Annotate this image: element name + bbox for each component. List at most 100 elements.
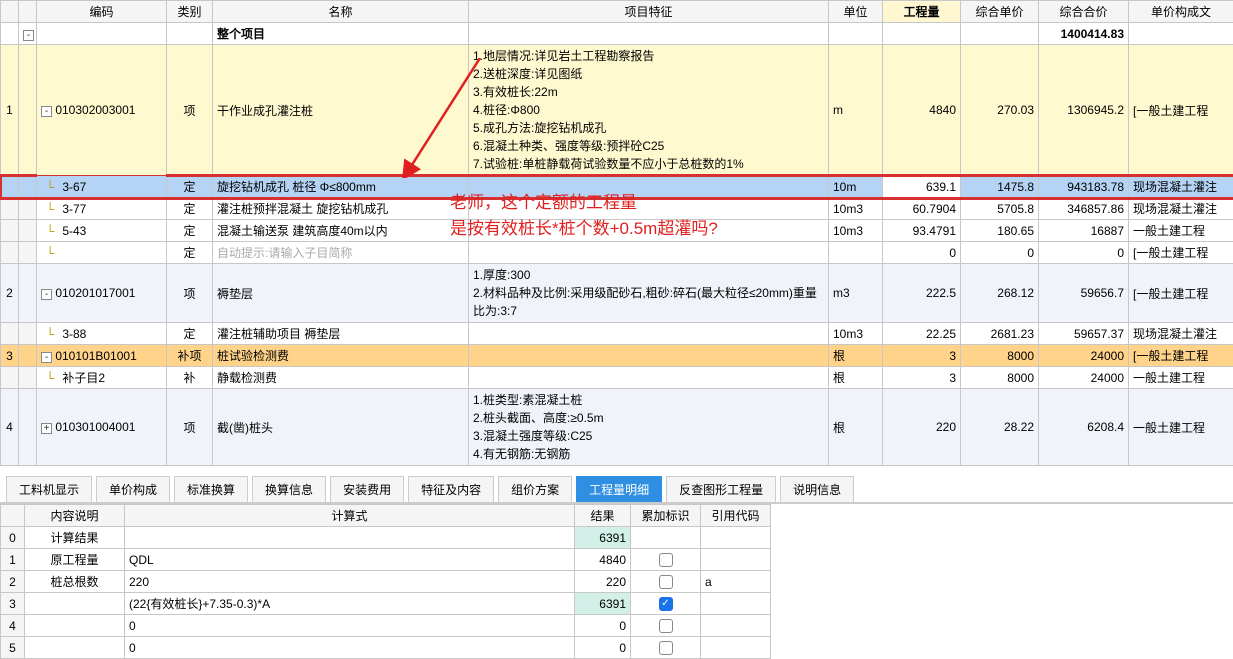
col-cost-file[interactable]: 单价构成文 (1129, 1, 1233, 23)
collapse-icon[interactable]: - (23, 30, 34, 41)
name-cell[interactable]: 截(凿)桩头 (213, 389, 469, 466)
quantity-cell[interactable]: 60.7904 (883, 198, 961, 220)
table-row[interactable]: └ 3-77定灌注桩预拌混凝土 旋挖钻机成孔10m360.79045705.83… (1, 198, 1233, 220)
tab-8[interactable]: 反查图形工程量 (666, 476, 776, 502)
code-cell[interactable]: └ 3-77 (37, 198, 167, 220)
formula-cell[interactable]: (22{有效桩长}+7.35-0.3)*A (125, 593, 575, 615)
tab-6[interactable]: 组价方案 (498, 476, 572, 502)
code-cell[interactable]: └ (37, 242, 167, 264)
detail-row[interactable]: 1原工程量QDL4840 (1, 549, 771, 571)
feature-cell[interactable] (469, 345, 829, 367)
collapse-icon[interactable]: - (41, 352, 52, 363)
accumulate-checkbox[interactable]: ✓ (659, 597, 673, 611)
detail-row[interactable]: 2桩总根数220220a (1, 571, 771, 593)
tab-7[interactable]: 工程量明细 (576, 476, 662, 502)
code-cell[interactable]: └ 补子目2 (37, 367, 167, 389)
name-cell[interactable]: 自动提示:请输入子目简称 (213, 242, 469, 264)
col-category[interactable]: 类别 (167, 1, 213, 23)
code-cell[interactable]: └ 3-88 (37, 323, 167, 345)
table-row[interactable]: 4+ 010301004001项截(凿)桩头1.桩类型:素混凝土桩2.桩头截面、… (1, 389, 1233, 466)
tree-branch-icon: └ (41, 224, 59, 238)
project-title[interactable]: 整个项目 (213, 23, 469, 45)
col-unit-price[interactable]: 综合单价 (961, 1, 1039, 23)
table-row[interactable]: └ 补子目2补静载检测费根3800024000一般土建工程 (1, 367, 1233, 389)
code-cell[interactable]: └ 5-43 (37, 220, 167, 242)
feature-cell[interactable] (469, 242, 829, 264)
detail-table: 内容说明 计算式 结果 累加标识 引用代码 0计算结果63911原工程量QDL4… (0, 504, 771, 659)
quantity-cell[interactable]: 4840 (883, 45, 961, 176)
tab-3[interactable]: 换算信息 (252, 476, 326, 502)
accumulate-checkbox[interactable] (659, 641, 673, 655)
formula-cell[interactable]: 220 (125, 571, 575, 593)
feature-cell[interactable] (469, 220, 829, 242)
col-formula[interactable]: 计算式 (125, 505, 575, 527)
quantity-cell[interactable]: 93.4791 (883, 220, 961, 242)
col-desc[interactable]: 内容说明 (25, 505, 125, 527)
quantity-cell[interactable]: 3 (883, 367, 961, 389)
code-cell[interactable]: - 010201017001 (37, 264, 167, 323)
table-row[interactable]: └ 3-67定旋挖钻机成孔 桩径 Φ≤800mm10m639.11475.894… (1, 176, 1233, 198)
feature-cell[interactable]: 1.桩类型:素混凝土桩2.桩头截面、高度:≥0.5m3.混凝土强度等级:C254… (469, 389, 829, 466)
col-quantity[interactable]: 工程量 (883, 1, 961, 23)
accumulate-checkbox[interactable] (659, 575, 673, 589)
collapse-icon[interactable]: - (41, 289, 52, 300)
name-cell[interactable]: 静载检测费 (213, 367, 469, 389)
formula-cell[interactable] (125, 527, 575, 549)
tab-4[interactable]: 安装费用 (330, 476, 404, 502)
feature-cell[interactable] (469, 198, 829, 220)
quantity-cell[interactable]: 3 (883, 345, 961, 367)
name-cell[interactable]: 旋挖钻机成孔 桩径 Φ≤800mm (213, 176, 469, 198)
code-cell[interactable]: - 010302003001 (37, 45, 167, 176)
feature-cell[interactable] (469, 367, 829, 389)
quantity-cell[interactable]: 220 (883, 389, 961, 466)
feature-cell[interactable] (469, 323, 829, 345)
quantity-cell[interactable]: 22.25 (883, 323, 961, 345)
detail-row[interactable]: 0计算结果6391 (1, 527, 771, 549)
col-result[interactable]: 结果 (575, 505, 631, 527)
quantity-cell[interactable]: 0 (883, 242, 961, 264)
tab-5[interactable]: 特征及内容 (408, 476, 494, 502)
col-code[interactable]: 编码 (37, 1, 167, 23)
accumulate-checkbox[interactable] (659, 553, 673, 567)
col-accum[interactable]: 累加标识 (631, 505, 701, 527)
name-cell[interactable]: 桩试验检测费 (213, 345, 469, 367)
col-refcode[interactable]: 引用代码 (701, 505, 771, 527)
formula-cell[interactable]: 0 (125, 637, 575, 659)
name-cell[interactable]: 灌注桩辅助项目 褥垫层 (213, 323, 469, 345)
detail-row[interactable]: 500 (1, 637, 771, 659)
detail-row[interactable]: 3(22{有效桩长}+7.35-0.3)*A6391✓ (1, 593, 771, 615)
col-name[interactable]: 名称 (213, 1, 469, 23)
collapse-icon[interactable]: - (41, 106, 52, 117)
table-row[interactable]: └ 5-43定混凝土输送泵 建筑高度40m以内10m393.4791180.65… (1, 220, 1233, 242)
expand-icon[interactable]: + (41, 423, 52, 434)
formula-cell[interactable]: 0 (125, 615, 575, 637)
formula-cell[interactable]: QDL (125, 549, 575, 571)
feature-cell[interactable]: 1.厚度:3002.材料品种及比例:采用级配砂石,粗砂:碎石(最大粒径≤20mm… (469, 264, 829, 323)
detail-row[interactable]: 400 (1, 615, 771, 637)
code-cell[interactable]: + 010301004001 (37, 389, 167, 466)
tab-0[interactable]: 工料机显示 (6, 476, 92, 502)
tab-1[interactable]: 单价构成 (96, 476, 170, 502)
col-unit[interactable]: 单位 (829, 1, 883, 23)
feature-cell[interactable]: 1.地层情况:详见岩土工程勘察报告2.送桩深度:详见图纸3.有效桩长:22m4.… (469, 45, 829, 176)
table-row[interactable]: 2- 010201017001项褥垫层1.厚度:3002.材料品种及比例:采用级… (1, 264, 1233, 323)
corner-cell (1, 1, 19, 23)
quantity-cell[interactable]: 222.5 (883, 264, 961, 323)
table-row[interactable]: 1- 010302003001项干作业成孔灌注桩1.地层情况:详见岩土工程勘察报… (1, 45, 1233, 176)
code-cell[interactable]: └ 3-67 (37, 176, 167, 198)
feature-cell[interactable] (469, 176, 829, 198)
col-total-price[interactable]: 综合合价 (1039, 1, 1129, 23)
tab-9[interactable]: 说明信息 (780, 476, 854, 502)
name-cell[interactable]: 褥垫层 (213, 264, 469, 323)
code-cell[interactable]: - 010101B01001 (37, 345, 167, 367)
quantity-cell[interactable]: 639.1 (883, 176, 961, 198)
col-feature[interactable]: 项目特征 (469, 1, 829, 23)
tab-2[interactable]: 标准换算 (174, 476, 248, 502)
table-row[interactable]: └ 3-88定灌注桩辅助项目 褥垫层10m322.252681.2359657.… (1, 323, 1233, 345)
name-cell[interactable]: 混凝土输送泵 建筑高度40m以内 (213, 220, 469, 242)
name-cell[interactable]: 干作业成孔灌注桩 (213, 45, 469, 176)
table-row[interactable]: 3- 010101B01001补项桩试验检测费根3800024000[一般土建工… (1, 345, 1233, 367)
table-row[interactable]: └ 定自动提示:请输入子目简称000[一般土建工程 (1, 242, 1233, 264)
name-cell[interactable]: 灌注桩预拌混凝土 旋挖钻机成孔 (213, 198, 469, 220)
accumulate-checkbox[interactable] (659, 619, 673, 633)
